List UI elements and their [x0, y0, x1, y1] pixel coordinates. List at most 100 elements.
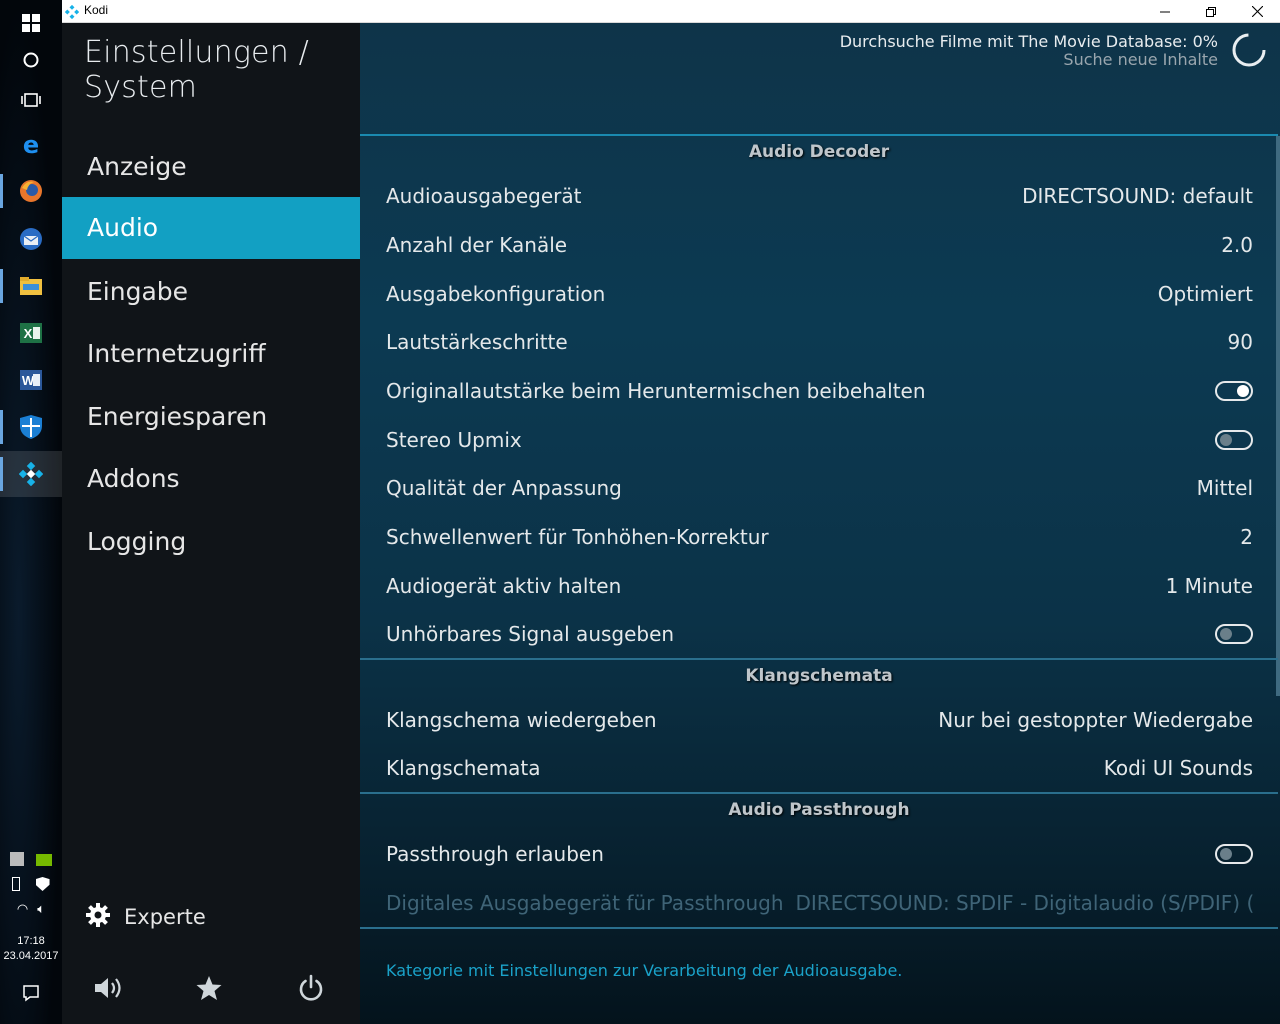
setting-stereo-upmix[interactable]: Stereo Upmix [360, 415, 1278, 464]
speaker-tray-icon[interactable]: 🔈︎ [37, 901, 45, 916]
panel-top-divider [360, 134, 1278, 136]
tray-icons-row-3: ◠ 🔈︎ [0, 901, 62, 917]
sidebar-item-audio[interactable]: Audio [62, 197, 360, 259]
defender-tray-icon[interactable] [35, 877, 50, 891]
svg-text:W: W [22, 373, 35, 388]
category-description: Kategorie mit Einstellungen zur Verarbei… [386, 961, 903, 980]
setting-label: Klangschema wiedergeben [386, 707, 657, 732]
usb-device-icon[interactable] [12, 877, 21, 891]
setting-label: Unhörbares Signal ausgeben [386, 621, 675, 646]
settings-level-label: Experte [124, 905, 206, 929]
tray-icons-row-1 [0, 852, 62, 869]
window-title: Kodi [84, 3, 109, 17]
setting-volume-steps[interactable]: Lautstärkeschritte 90 [360, 317, 1278, 366]
svg-text:X: X [24, 326, 33, 341]
setting-label: Klangschemata [386, 755, 541, 780]
favourites-star-icon[interactable] [192, 971, 226, 1005]
clock-time: 17:18 [17, 935, 45, 947]
toggle-switch-on[interactable] [1215, 380, 1253, 401]
tray-icons-row-2 [0, 877, 62, 894]
nvidia-icon[interactable] [35, 854, 52, 866]
wifi-icon[interactable]: ◠ [17, 901, 28, 916]
setting-value: Nur bei gestoppter Wiedergabe [938, 707, 1253, 732]
setting-value: 1 Minute [1165, 573, 1253, 598]
section-divider [360, 927, 1278, 929]
setting-label: Passthrough erlauben [386, 841, 604, 866]
gear-icon [84, 901, 112, 934]
setting-value: DIRECTSOUND: default [1022, 183, 1253, 208]
section-title-audio-passthrough: Audio Passthrough [728, 800, 910, 820]
setting-output-config[interactable]: Ausgabekonfiguration Optimiert [360, 269, 1278, 318]
sidebar-item-internetzugriff[interactable]: Internetzugriff [62, 323, 360, 385]
action-center-icon[interactable] [0, 970, 62, 1016]
setting-label: Lautstärkeschritte [386, 329, 568, 354]
page-title: Einstellungen / System [84, 35, 309, 105]
notification-title: Durchsuche Filme mit The Movie Database:… [839, 32, 1218, 51]
section-title-klangschemata: Klangschemata [745, 666, 893, 686]
kodi-taskbar-icon[interactable] [0, 451, 62, 497]
section-divider [360, 792, 1278, 794]
setting-value: 90 [1227, 329, 1253, 354]
kodi-window: Einstellungen / System Anzeige Audio Ein… [62, 23, 1280, 1024]
edge-browser-icon[interactable]: e [0, 122, 62, 168]
setting-resample-quality[interactable]: Qualität der Anpassung Mittel [360, 463, 1278, 512]
setting-label: Ausgabekonfiguration [386, 281, 606, 306]
setting-allow-passthrough[interactable]: Passthrough erlauben [360, 829, 1278, 878]
file-explorer-icon[interactable] [0, 263, 62, 309]
setting-keep-device-alive[interactable]: Audiogerät aktiv halten 1 Minute [360, 561, 1278, 610]
toggle-switch-off[interactable] [1215, 843, 1253, 864]
task-view-icon[interactable] [0, 77, 62, 123]
notification-subtitle: Suche neue Inhalte [1063, 50, 1218, 69]
thunderbird-icon[interactable] [0, 216, 62, 262]
setting-passthrough-device: Digitales Ausgabegerät für Passthrough D… [360, 878, 1278, 927]
sidebar-item-logging[interactable]: Logging [62, 511, 360, 573]
sidebar-item-anzeige[interactable]: Anzeige [62, 136, 360, 198]
setting-value: Kodi UI Sounds [1103, 755, 1253, 780]
setting-label: Anzahl der Kanäle [386, 232, 568, 257]
setting-audio-output-device[interactable]: Audioausgabegerät DIRECTSOUND: default [360, 171, 1278, 220]
svg-text:e: e [23, 133, 39, 157]
window-titlebar[interactable]: Kodi [62, 0, 1280, 23]
setting-label: Audiogerät aktiv halten [386, 573, 622, 598]
setting-maintain-original-volume[interactable]: Originallautstärke beim Heruntermischen … [360, 366, 1278, 415]
restore-button[interactable] [1188, 0, 1234, 23]
sidebar-item-addons[interactable]: Addons [62, 448, 360, 510]
settings-sidebar: Einstellungen / System Anzeige Audio Ein… [62, 23, 360, 1024]
windows-taskbar: e X W ◠ 🔈︎ 17:18 23.04.2017 [0, 0, 62, 1024]
setting-label: Digitales Ausgabegerät für Passthrough [386, 890, 784, 915]
setting-value: Mittel [1196, 475, 1253, 500]
setting-play-gui-sounds[interactable]: Klangschema wiedergeben Nur bei gestoppt… [360, 695, 1278, 744]
excel-icon[interactable]: X [0, 310, 62, 356]
taskbar-clock[interactable]: 17:18 23.04.2017 [0, 935, 62, 962]
toggle-switch-off[interactable] [1215, 623, 1253, 644]
power-icon[interactable] [294, 971, 328, 1005]
close-button[interactable] [1234, 0, 1280, 23]
setting-channel-count[interactable]: Anzahl der Kanäle 2.0 [360, 220, 1278, 269]
setting-value: 2 [1240, 524, 1253, 549]
tray-app-icon[interactable] [10, 852, 25, 866]
setting-pitch-threshold[interactable]: Schwellenwert für Tonhöhen-Korrektur 2 [360, 512, 1278, 561]
clock-date: 23.04.2017 [3, 950, 59, 962]
setting-label: Qualität der Anpassung [386, 475, 622, 500]
toggle-switch-off[interactable] [1215, 429, 1253, 450]
section-title-audio-decoder: Audio Decoder [748, 142, 890, 162]
kodi-app-icon [64, 4, 80, 23]
setting-inaudible-signal[interactable]: Unhörbares Signal ausgeben [360, 609, 1278, 658]
word-icon[interactable]: W [0, 357, 62, 403]
setting-label: Audioausgabegerät [386, 183, 582, 208]
setting-value: Optimiert [1157, 281, 1253, 306]
sidebar-item-energiesparen[interactable]: Energiesparen [62, 386, 360, 448]
sidebar-item-eingabe[interactable]: Eingabe [62, 261, 360, 323]
firefox-icon[interactable] [0, 168, 62, 214]
setting-value: 2.0 [1221, 232, 1253, 257]
section-divider [360, 658, 1278, 660]
setting-sound-scheme[interactable]: Klangschemata Kodi UI Sounds [360, 743, 1278, 792]
windows-defender-icon[interactable] [0, 404, 62, 450]
volume-icon[interactable] [91, 971, 125, 1005]
setting-value: DIRECTSOUND: SPDIF - Digitalaudio (S/PDI… [795, 890, 1254, 915]
busy-spinner-icon [1230, 31, 1268, 69]
setting-label: Originallautstärke beim Heruntermischen … [386, 378, 926, 403]
setting-label: Schwellenwert für Tonhöhen-Korrektur [386, 524, 769, 549]
minimize-button[interactable] [1142, 0, 1188, 23]
settings-level-button[interactable]: Experte [84, 901, 206, 933]
